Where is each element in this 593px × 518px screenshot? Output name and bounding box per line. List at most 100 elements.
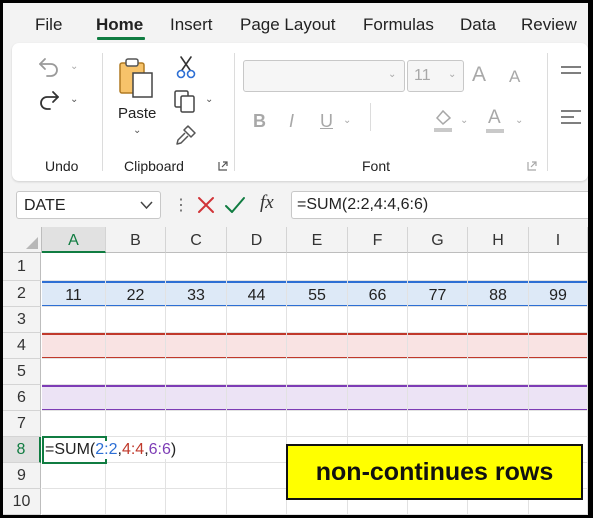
enter-icon[interactable]	[224, 195, 246, 215]
tab-file[interactable]: File	[35, 15, 62, 35]
row-header-5[interactable]: 5	[3, 359, 41, 385]
cell-formula-editor[interactable]: =SUM(2:2,4:4,6:6)	[45, 441, 179, 459]
select-all-button[interactable]	[3, 227, 42, 253]
row-header-6[interactable]: 6	[3, 385, 41, 411]
tab-home[interactable]: Home	[96, 15, 143, 35]
font-name-dropdown[interactable]: ⌄	[243, 60, 405, 92]
cell-f5[interactable]	[348, 359, 408, 385]
paste-icon[interactable]	[117, 57, 155, 99]
cell-a2[interactable]: 11	[42, 281, 106, 307]
cell-g3[interactable]	[408, 307, 468, 333]
cell-h2[interactable]: 88	[468, 281, 529, 307]
cell-c3[interactable]	[166, 307, 227, 333]
cell-e1[interactable]	[287, 253, 348, 281]
cell-c2[interactable]: 33	[166, 281, 227, 307]
grow-font-icon[interactable]: A	[472, 63, 486, 87]
cell-d4[interactable]	[227, 333, 287, 359]
cell-f2[interactable]: 66	[348, 281, 408, 307]
redo-dropdown-icon[interactable]: ⌄	[70, 94, 78, 105]
cell-i6[interactable]	[529, 385, 588, 411]
cell-i3[interactable]	[529, 307, 588, 333]
cell-a10[interactable]	[42, 489, 106, 515]
italic-button[interactable]: I	[289, 111, 294, 132]
cancel-icon[interactable]	[196, 195, 216, 215]
cell-h7[interactable]	[468, 411, 529, 437]
row-header-10[interactable]: 10	[3, 489, 41, 515]
cell-e6[interactable]	[287, 385, 348, 411]
cell-i7[interactable]	[529, 411, 588, 437]
cell-f1[interactable]	[348, 253, 408, 281]
cell-a5[interactable]	[42, 359, 106, 385]
fill-color-icon[interactable]	[432, 107, 454, 133]
cell-b3[interactable]	[106, 307, 166, 333]
cell-d2[interactable]: 44	[227, 281, 287, 307]
row-header-4[interactable]: 4	[3, 333, 41, 359]
tab-insert[interactable]: Insert	[170, 15, 213, 35]
insert-function-icon[interactable]: fx	[260, 192, 274, 214]
cell-a7[interactable]	[42, 411, 106, 437]
align-top-icon[interactable]	[560, 65, 582, 79]
cell-d8[interactable]	[227, 437, 287, 463]
paste-label[interactable]: Paste	[118, 105, 156, 122]
column-header-f[interactable]: F	[348, 227, 408, 253]
cell-b10[interactable]	[106, 489, 166, 515]
cell-a3[interactable]	[42, 307, 106, 333]
cell-b9[interactable]	[106, 463, 166, 489]
cell-a1[interactable]	[42, 253, 106, 281]
cell-g2[interactable]: 77	[408, 281, 468, 307]
tab-data[interactable]: Data	[460, 15, 496, 35]
formula-input[interactable]: =SUM(2:2,4:4,6:6)	[291, 191, 588, 219]
tab-page-layout[interactable]: Page Layout	[240, 15, 335, 35]
cell-d3[interactable]	[227, 307, 287, 333]
cell-h1[interactable]	[468, 253, 529, 281]
cell-c7[interactable]	[166, 411, 227, 437]
cell-i5[interactable]	[529, 359, 588, 385]
format-painter-icon[interactable]	[174, 123, 198, 147]
row-header-1[interactable]: 1	[3, 253, 41, 281]
row-header-2[interactable]: 2	[3, 281, 41, 307]
underline-button[interactable]: U	[320, 111, 333, 132]
column-header-g[interactable]: G	[408, 227, 468, 253]
cell-g7[interactable]	[408, 411, 468, 437]
row-header-7[interactable]: 7	[3, 411, 41, 437]
cell-a9[interactable]	[42, 463, 106, 489]
row-header-8[interactable]: 8	[3, 437, 41, 463]
cell-b4[interactable]	[106, 333, 166, 359]
cell-g1[interactable]	[408, 253, 468, 281]
cell-h4[interactable]	[468, 333, 529, 359]
bold-button[interactable]: B	[253, 111, 266, 132]
cell-g5[interactable]	[408, 359, 468, 385]
cell-h6[interactable]	[468, 385, 529, 411]
redo-icon[interactable]	[37, 88, 61, 110]
clipboard-launcher-icon[interactable]	[218, 161, 228, 171]
cell-f6[interactable]	[348, 385, 408, 411]
name-box[interactable]: DATE	[16, 191, 161, 219]
cell-e2[interactable]: 55	[287, 281, 348, 307]
column-header-c[interactable]: C	[166, 227, 227, 253]
cell-b6[interactable]	[106, 385, 166, 411]
row-header-9[interactable]: 9	[3, 463, 41, 489]
row-header-3[interactable]: 3	[3, 307, 41, 333]
column-header-a[interactable]: A	[42, 227, 106, 253]
cell-e4[interactable]	[287, 333, 348, 359]
column-header-e[interactable]: E	[287, 227, 348, 253]
cell-e3[interactable]	[287, 307, 348, 333]
cell-f7[interactable]	[348, 411, 408, 437]
cell-d6[interactable]	[227, 385, 287, 411]
cell-g4[interactable]	[408, 333, 468, 359]
name-box-dropdown-icon[interactable]	[140, 201, 153, 209]
paste-dropdown-icon[interactable]: ⌄	[133, 125, 141, 136]
cell-c6[interactable]	[166, 385, 227, 411]
cell-f3[interactable]	[348, 307, 408, 333]
cell-i1[interactable]	[529, 253, 588, 281]
cell-c9[interactable]	[166, 463, 227, 489]
cell-i2[interactable]: 99	[529, 281, 588, 307]
shrink-font-icon[interactable]: A	[509, 67, 520, 87]
cell-h3[interactable]	[468, 307, 529, 333]
align-left-icon[interactable]	[560, 109, 582, 129]
cell-d9[interactable]	[227, 463, 287, 489]
cell-g6[interactable]	[408, 385, 468, 411]
cell-d10[interactable]	[227, 489, 287, 515]
cell-d7[interactable]	[227, 411, 287, 437]
font-color-dropdown-icon[interactable]: ⌄	[515, 115, 523, 126]
